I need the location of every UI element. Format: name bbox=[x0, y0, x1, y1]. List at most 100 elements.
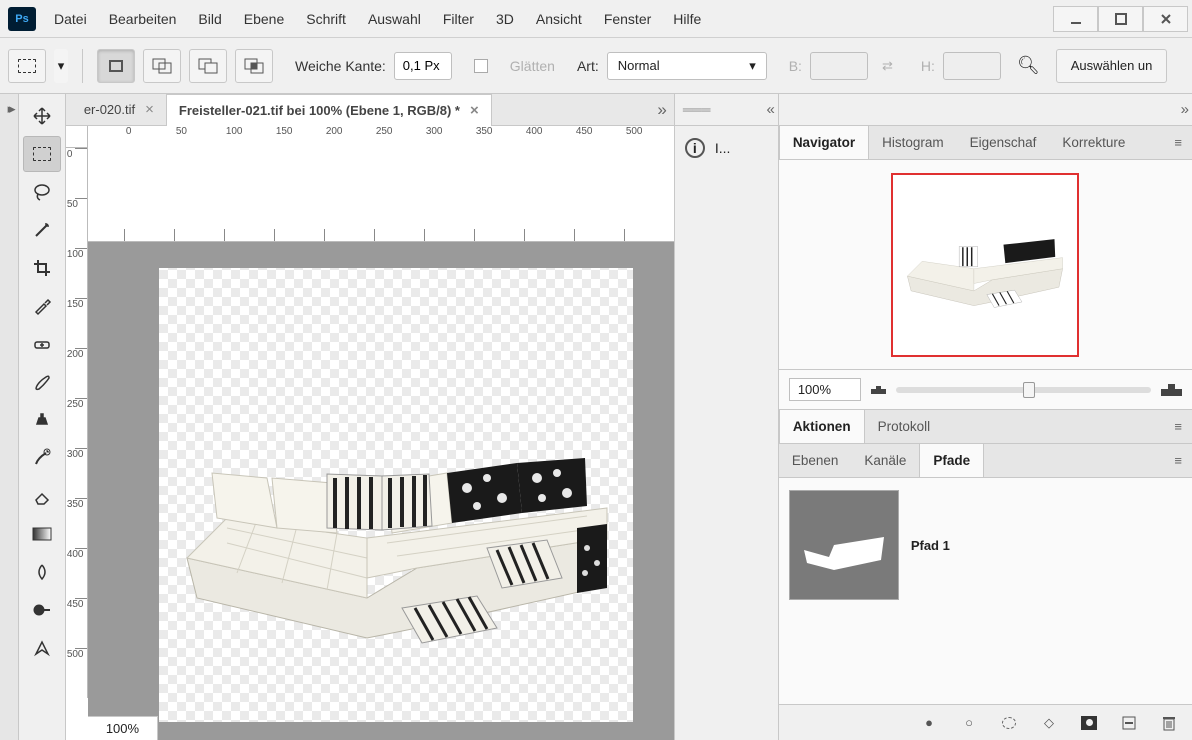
expand-icon[interactable]: » bbox=[1181, 101, 1184, 118]
artboard[interactable] bbox=[141, 250, 651, 740]
tab-histogram[interactable]: Histogram bbox=[869, 126, 957, 159]
panel-menu-icon[interactable]: ≡ bbox=[1164, 126, 1192, 159]
move-tool-icon[interactable] bbox=[23, 98, 61, 134]
close-button[interactable] bbox=[1143, 6, 1188, 32]
path-name: Pfad 1 bbox=[911, 538, 950, 553]
document-tab-1[interactable]: Freisteller-021.tif bei 100% (Ebene 1, R… bbox=[166, 94, 492, 126]
workspace: ▸▸ er-020.tif× Freisteller-021.tif bei 1… bbox=[0, 94, 1192, 740]
marquee-tool-icon[interactable] bbox=[23, 136, 61, 172]
height-input bbox=[943, 52, 1001, 80]
tab-korrekturen[interactable]: Korrekture bbox=[1049, 126, 1138, 159]
zoom-readout[interactable]: 100% bbox=[88, 716, 158, 740]
style-select[interactable]: Normal▾ bbox=[607, 52, 767, 80]
load-selection-icon[interactable] bbox=[1000, 714, 1018, 732]
panel-menu-icon[interactable]: ≡ bbox=[1164, 444, 1192, 477]
navigator-preview bbox=[900, 210, 1070, 320]
stroke-path-icon[interactable]: ○ bbox=[960, 714, 978, 732]
tab-navigator[interactable]: Navigator bbox=[779, 125, 869, 159]
make-workpath-icon[interactable]: ◇ bbox=[1040, 714, 1058, 732]
close-tab-icon[interactable]: × bbox=[470, 102, 479, 119]
selection-intersect-icon[interactable] bbox=[235, 49, 273, 83]
style-label: Art: bbox=[577, 58, 599, 74]
feather-input[interactable] bbox=[394, 52, 452, 80]
info-panel-label: I... bbox=[715, 140, 731, 156]
menu-ebene[interactable]: Ebene bbox=[244, 11, 284, 27]
brush-tool-icon[interactable] bbox=[23, 364, 61, 400]
crop-tool-icon[interactable] bbox=[23, 250, 61, 286]
height-label: H: bbox=[921, 58, 935, 74]
maximize-button[interactable] bbox=[1098, 6, 1143, 32]
document-area: er-020.tif× Freisteller-021.tif bei 100%… bbox=[66, 94, 674, 740]
tab-eigenschaften[interactable]: Eigenschaf bbox=[957, 126, 1050, 159]
menu-schrift[interactable]: Schrift bbox=[306, 11, 346, 27]
delete-path-icon[interactable] bbox=[1160, 714, 1178, 732]
navigator-thumbnail[interactable] bbox=[891, 173, 1079, 357]
path-thumbnail bbox=[789, 490, 899, 600]
history-brush-tool-icon[interactable] bbox=[23, 440, 61, 476]
fill-path-icon[interactable]: ● bbox=[920, 714, 938, 732]
minimize-button[interactable] bbox=[1053, 6, 1098, 32]
tab-pfade[interactable]: Pfade bbox=[919, 443, 984, 477]
eyedropper-tool-icon[interactable] bbox=[23, 288, 61, 324]
close-tab-icon[interactable]: × bbox=[145, 101, 154, 118]
add-mask-icon[interactable] bbox=[1080, 714, 1098, 732]
tab-ebenen[interactable]: Ebenen bbox=[779, 444, 852, 477]
navigator-body[interactable] bbox=[779, 160, 1192, 370]
magic-wand-tool-icon[interactable] bbox=[23, 212, 61, 248]
lasso-tool-icon[interactable] bbox=[23, 174, 61, 210]
titlebar: Ps Datei Bearbeiten Bild Ebene Schrift A… bbox=[0, 0, 1192, 38]
menu-fenster[interactable]: Fenster bbox=[604, 11, 651, 27]
panel-column-header: » bbox=[779, 94, 1192, 126]
options-bar: ▾ Weiche Kante: Glätten Art: Normal▾ B: … bbox=[0, 38, 1192, 94]
dodge-tool-icon[interactable] bbox=[23, 592, 61, 628]
main-panel-column: » Navigator Histogram Eigenschaf Korrekt… bbox=[779, 94, 1192, 740]
sofa-image bbox=[167, 428, 627, 648]
document-tabs: er-020.tif× Freisteller-021.tif bei 100%… bbox=[66, 94, 674, 126]
menu-3d[interactable]: 3D bbox=[496, 11, 514, 27]
zoom-slider[interactable] bbox=[896, 387, 1151, 393]
tabs-overflow-icon[interactable]: » bbox=[657, 100, 661, 120]
collapse-icon[interactable]: « bbox=[766, 101, 769, 118]
collapsed-panel-header[interactable]: ═══ « bbox=[675, 94, 778, 126]
panels-area: ═══ « i I... » Navigator Histogram Eigen… bbox=[674, 94, 1192, 740]
menu-datei[interactable]: Datei bbox=[54, 11, 87, 27]
info-panel-icon-row[interactable]: i I... bbox=[675, 126, 778, 170]
info-icon: i bbox=[685, 138, 705, 158]
zoom-out-icon[interactable] bbox=[871, 386, 886, 394]
feather-label: Weiche Kante: bbox=[295, 58, 386, 74]
document-tab-0[interactable]: er-020.tif× bbox=[72, 94, 166, 126]
zoom-value-input[interactable]: 100% bbox=[789, 378, 861, 401]
expand-gutter-icon[interactable]: ▸▸ bbox=[0, 94, 18, 124]
menu-hilfe[interactable]: Hilfe bbox=[673, 11, 701, 27]
refine-icon[interactable]: 🔍︎ bbox=[1017, 55, 1040, 76]
new-path-icon[interactable] bbox=[1120, 714, 1138, 732]
selection-add-icon[interactable] bbox=[143, 49, 181, 83]
left-gutter: ▸▸ bbox=[0, 94, 19, 740]
selection-new-icon[interactable] bbox=[97, 49, 135, 83]
ruler-horizontal[interactable]: 0 50 100 150 200 250 300 350 400 450 500 bbox=[88, 126, 674, 242]
blur-tool-icon[interactable] bbox=[23, 554, 61, 590]
menu-auswahl[interactable]: Auswahl bbox=[368, 11, 421, 27]
ruler-vertical[interactable]: 0 50 100 150 200 250 300 350 400 450 500 bbox=[66, 148, 88, 698]
select-and-mask-button[interactable]: Auswählen un bbox=[1056, 49, 1168, 83]
eraser-tool-icon[interactable] bbox=[23, 478, 61, 514]
tool-preset-icon[interactable] bbox=[8, 49, 46, 83]
width-input bbox=[810, 52, 868, 80]
pen-tool-icon[interactable] bbox=[23, 630, 61, 666]
zoom-in-icon[interactable] bbox=[1161, 384, 1182, 396]
gradient-tool-icon[interactable] bbox=[23, 516, 61, 552]
path-item[interactable]: Pfad 1 bbox=[787, 486, 1184, 604]
clone-stamp-tool-icon[interactable] bbox=[23, 402, 61, 438]
tab-aktionen[interactable]: Aktionen bbox=[779, 409, 865, 443]
menu-bild[interactable]: Bild bbox=[198, 11, 221, 27]
panel-menu-icon[interactable]: ≡ bbox=[1164, 410, 1192, 443]
healing-brush-tool-icon[interactable] bbox=[23, 326, 61, 362]
tool-preset-dropdown[interactable]: ▾ bbox=[54, 49, 68, 83]
canvas[interactable] bbox=[88, 242, 674, 740]
tab-protokoll[interactable]: Protokoll bbox=[865, 410, 944, 443]
menu-filter[interactable]: Filter bbox=[443, 11, 474, 27]
menu-bearbeiten[interactable]: Bearbeiten bbox=[109, 11, 177, 27]
selection-subtract-icon[interactable] bbox=[189, 49, 227, 83]
menu-ansicht[interactable]: Ansicht bbox=[536, 11, 582, 27]
tab-kanaele[interactable]: Kanäle bbox=[851, 444, 919, 477]
